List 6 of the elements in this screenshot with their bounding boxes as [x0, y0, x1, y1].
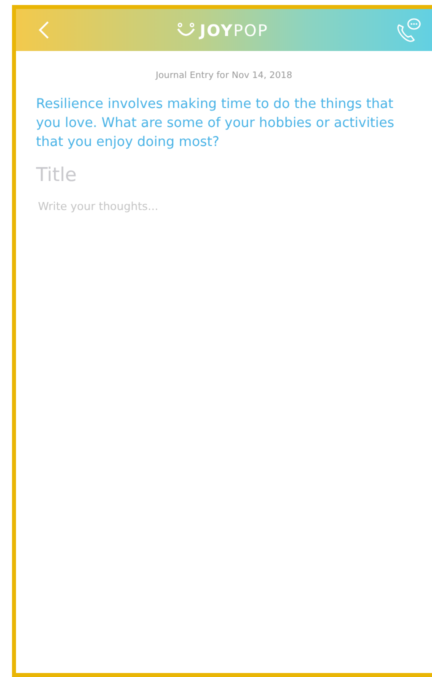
app-logo: JOYPOP	[200, 20, 268, 40]
back-button[interactable]	[38, 20, 50, 40]
smile-icon	[176, 22, 196, 38]
journal-prompt: Resilience involves making time to do the things that you love. What are some of your hobbies or activities that you enjoy doing most?	[36, 96, 396, 152]
entry-date: Journal Entry for Nov 14, 2018	[154, 71, 294, 81]
back-chevron-icon	[38, 20, 50, 40]
